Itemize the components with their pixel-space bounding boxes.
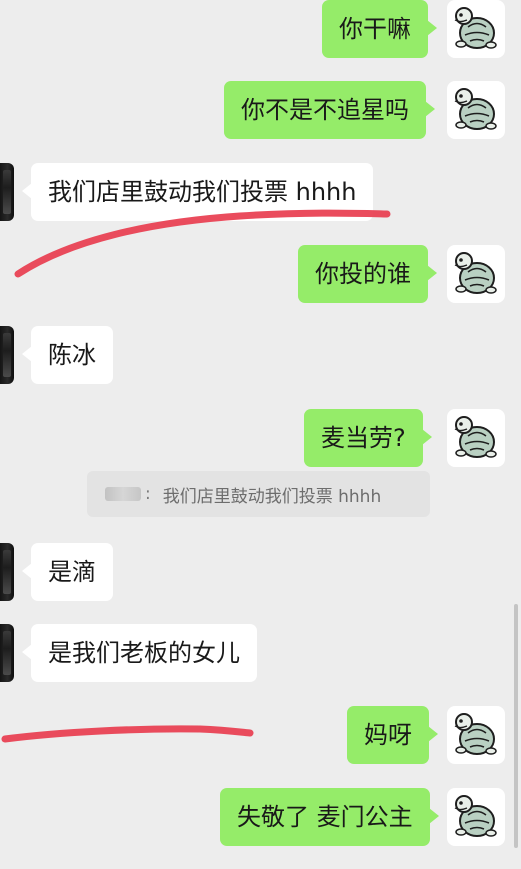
contact-avatar[interactable] (0, 163, 14, 221)
message-bubble-mine[interactable]: 你干嘛 (322, 0, 437, 58)
turtle-avatar-icon (454, 7, 497, 49)
message-bubble-theirs[interactable]: 是我们老板的女儿 (22, 624, 257, 682)
quoted-message[interactable]: : 我们店里鼓动我们投票 hhhh (87, 471, 430, 517)
red-underline-stroke (1, 725, 254, 743)
contact-avatar[interactable] (0, 326, 14, 384)
message-bubble-theirs[interactable]: 是滴 (22, 543, 113, 601)
scrollbar[interactable] (514, 604, 518, 848)
message-bubble-mine[interactable]: 你投的谁 (298, 245, 437, 303)
message-bubble-mine[interactable]: 你不是不追星吗 (224, 81, 435, 139)
contact-avatar[interactable] (0, 543, 14, 601)
contact-avatar[interactable] (0, 624, 14, 682)
turtle-avatar-icon (454, 713, 497, 755)
chat-window[interactable]: 你干嘛 你不是不追星吗 我们店里鼓动我们投票 hhhh 你投的谁 陈冰 麦当劳?… (0, 0, 521, 869)
turtle-avatar-icon (454, 416, 497, 458)
message-bubble-mine[interactable]: 失敬了 麦门公主 (220, 788, 439, 846)
turtle-avatar-icon (454, 795, 497, 837)
turtle-avatar-icon (454, 252, 497, 294)
my-avatar[interactable] (447, 706, 505, 764)
my-avatar[interactable] (447, 788, 505, 846)
my-avatar[interactable] (447, 245, 505, 303)
my-avatar[interactable] (447, 409, 505, 467)
my-avatar[interactable] (447, 0, 505, 58)
message-bubble-theirs[interactable]: 我们店里鼓动我们投票 hhhh (21, 163, 374, 221)
blurred-sender-name (105, 487, 141, 501)
message-bubble-mine[interactable]: 麦当劳? (304, 409, 432, 467)
quote-separator: : (145, 484, 151, 504)
turtle-avatar-icon (454, 88, 497, 130)
quote-text: 我们店里鼓动我们投票 hhhh (162, 486, 382, 507)
my-avatar[interactable] (447, 81, 505, 139)
message-bubble-mine[interactable]: 妈呀 (347, 706, 438, 764)
message-bubble-theirs[interactable]: 陈冰 (22, 326, 113, 384)
